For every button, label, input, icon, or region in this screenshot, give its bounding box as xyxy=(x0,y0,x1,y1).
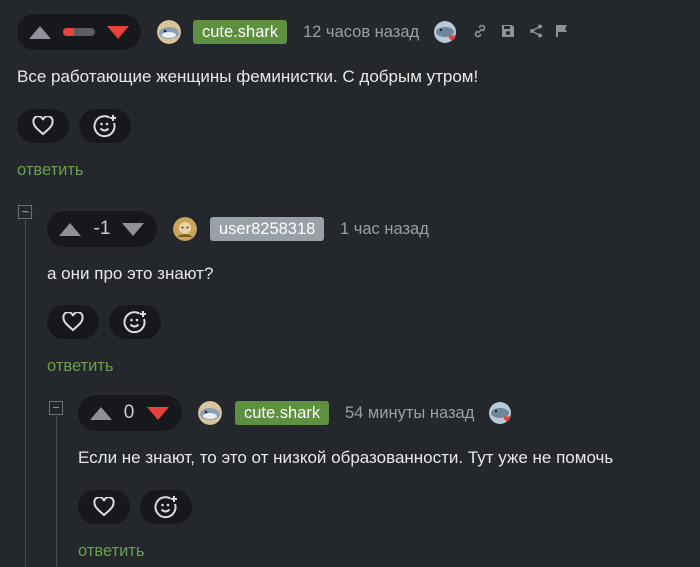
thread-line xyxy=(25,220,26,567)
downvote-button[interactable] xyxy=(147,406,169,420)
user-avatar-icon xyxy=(173,217,197,241)
thread-line xyxy=(56,416,57,567)
comment-tools xyxy=(472,23,570,39)
timestamp: 12 часов назад xyxy=(303,23,420,41)
timestamp: 54 минуты назад xyxy=(345,404,475,422)
rating-widget xyxy=(17,14,141,50)
emoji-add-icon xyxy=(154,496,177,519)
reaction-button[interactable] xyxy=(140,490,192,524)
reply-link[interactable]: ответить xyxy=(17,160,84,180)
author-name[interactable]: user8258318 xyxy=(210,217,325,241)
avatar[interactable] xyxy=(157,20,181,44)
shark-avatar-icon xyxy=(157,20,181,44)
comment-text: а они про это знают? xyxy=(47,264,214,283)
avatar[interactable] xyxy=(173,217,197,241)
collapse-toggle[interactable] xyxy=(49,401,63,415)
emoji-add-icon xyxy=(93,115,116,138)
comment-text: Все работающие женщины феминистки. С доб… xyxy=(17,67,479,86)
shark-avatar-icon xyxy=(198,401,222,425)
rating-widget: 0 xyxy=(78,395,182,431)
emoji-add-icon xyxy=(123,311,146,334)
author-name[interactable]: cute.shark xyxy=(193,20,288,44)
like-button[interactable] xyxy=(47,305,99,339)
rating-value: -1 xyxy=(93,218,111,239)
thread-branch xyxy=(25,212,33,213)
downvote-button[interactable] xyxy=(122,222,144,236)
rating-value: 0 xyxy=(123,402,135,423)
like-button[interactable] xyxy=(17,109,69,143)
comment-text: Если не знают, то это от низкой образова… xyxy=(78,448,614,467)
upvote-button[interactable] xyxy=(59,222,81,236)
author-name[interactable]: cute.shark xyxy=(235,401,330,425)
reaction-button[interactable] xyxy=(79,109,131,143)
upvote-button[interactable] xyxy=(29,25,51,39)
avatar[interactable] xyxy=(198,401,222,425)
save-icon[interactable] xyxy=(500,23,516,39)
heart-icon xyxy=(93,497,115,517)
like-button[interactable] xyxy=(78,490,130,524)
badge xyxy=(488,401,514,427)
badge xyxy=(433,20,459,46)
heart-icon xyxy=(62,312,84,332)
downvote-button[interactable] xyxy=(107,25,129,39)
link-icon[interactable] xyxy=(472,23,488,39)
rating-widget: -1 xyxy=(47,211,157,247)
shark-heart-badge-icon xyxy=(434,21,456,43)
reaction-button[interactable] xyxy=(109,305,161,339)
reply-link[interactable]: ответить xyxy=(47,356,114,376)
upvote-button[interactable] xyxy=(90,406,112,420)
reply-link[interactable]: ответить xyxy=(78,541,145,561)
share-icon[interactable] xyxy=(528,23,544,39)
rating-bar xyxy=(63,28,95,36)
flag-icon[interactable] xyxy=(554,23,570,39)
shark-heart-badge-icon xyxy=(489,402,511,424)
heart-icon xyxy=(32,116,54,136)
timestamp: 1 час назад xyxy=(340,220,429,238)
